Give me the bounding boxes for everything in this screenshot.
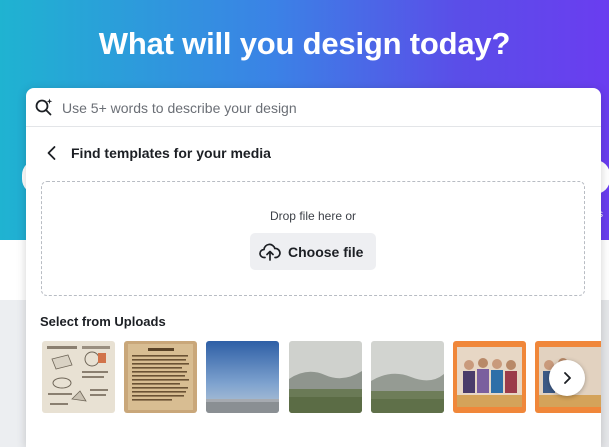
search-bar — [26, 88, 601, 127]
hero-title: What will you design today? — [98, 26, 511, 61]
uploads-carousel — [42, 341, 601, 415]
background-content-left — [0, 300, 26, 447]
cloud-upload-icon — [259, 243, 281, 261]
chevron-left-icon[interactable] — [42, 143, 62, 163]
file-dropzone[interactable]: Drop file here or Choose file — [41, 181, 585, 296]
choose-file-label: Choose file — [288, 244, 364, 260]
upload-thumbnail[interactable] — [289, 341, 362, 413]
upload-thumbnail[interactable] — [206, 341, 279, 413]
chevron-right-icon — [564, 372, 571, 384]
background-content-right — [601, 300, 609, 447]
dropzone-prompt: Drop file here or — [269, 209, 357, 223]
search-input[interactable] — [62, 97, 562, 119]
magic-search-icon — [35, 98, 53, 116]
section-title: Find templates for your media — [71, 145, 271, 161]
uploads-section-title: Select from Uploads — [40, 314, 166, 329]
carousel-next-button[interactable] — [549, 360, 585, 396]
upload-thumbnail[interactable] — [124, 341, 197, 413]
upload-thumbnail[interactable] — [453, 341, 526, 413]
upload-thumbnail[interactable] — [42, 341, 115, 413]
search-dropdown-panel: Find templates for your media Drop file … — [26, 88, 601, 447]
choose-file-button[interactable]: Choose file — [250, 233, 376, 270]
upload-thumbnail[interactable] — [371, 341, 444, 413]
